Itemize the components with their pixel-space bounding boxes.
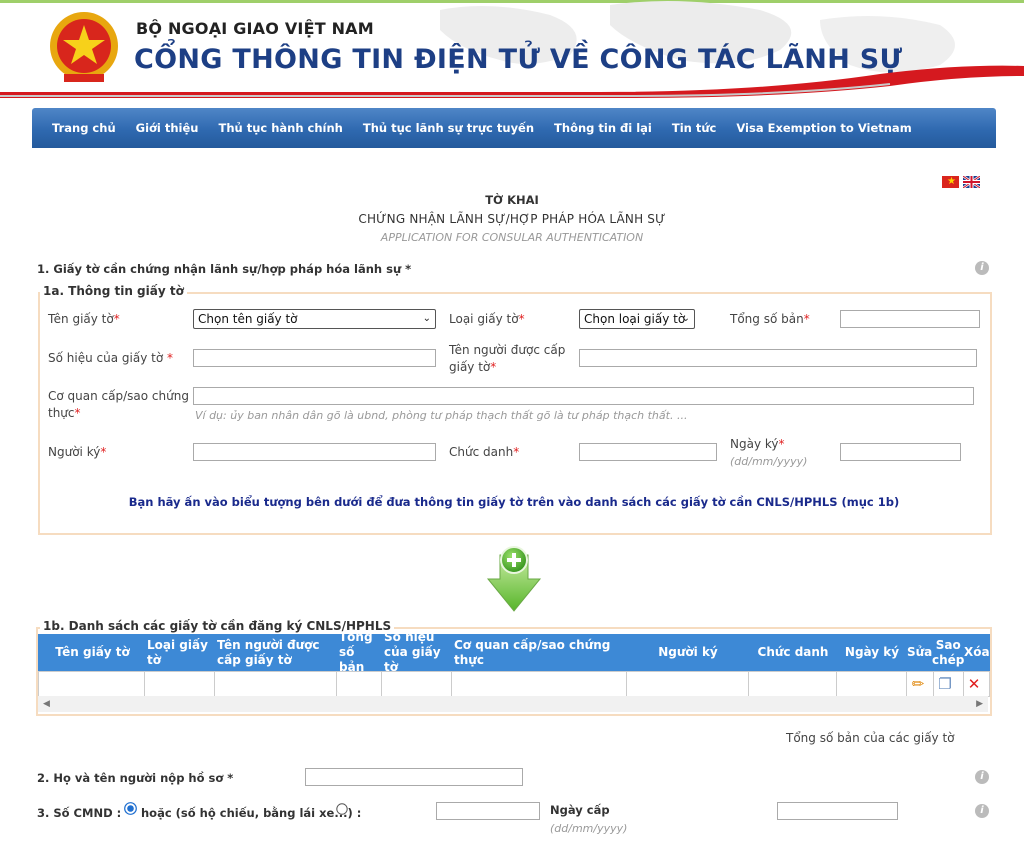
column-header: Sửa xyxy=(907,645,933,659)
nav-item-news[interactable]: Tin tức xyxy=(662,121,726,135)
legend-1a: 1a. Thông tin giấy tờ xyxy=(40,284,187,298)
id-card-radio[interactable] xyxy=(124,802,137,815)
nav-item-online-consular-procedures[interactable]: Thủ tục lãnh sự trực tuyến xyxy=(353,121,544,135)
site-header: BỘ NGOẠI GIAO VIỆT NAM CỔNG THÔNG TIN ĐI… xyxy=(0,0,1024,100)
column-header: Sao chép xyxy=(932,637,965,667)
label-title-position: Chức danh* xyxy=(449,445,520,459)
document-list-table: Tên giấy tờ Loại giấy tờ Tên người được cấ… xyxy=(38,630,990,716)
signer-input[interactable] xyxy=(193,443,436,461)
nav-item-administrative-procedures[interactable]: Thủ tục hành chính xyxy=(208,121,352,135)
table-cell xyxy=(381,672,451,696)
document-number-input[interactable] xyxy=(193,349,436,367)
chevron-down-icon: ⌄ xyxy=(681,313,690,324)
label-issued-to: Tên người được cấp giấy tờ* xyxy=(449,343,566,374)
title-position-input[interactable] xyxy=(579,443,717,461)
table-cell xyxy=(144,672,214,696)
column-header: Tổng số bản xyxy=(339,630,373,674)
table-header: Tên giấy tờ Loại giấy tờ Tên người được cấ… xyxy=(38,630,990,674)
column-header: Cơ quan cấp/sao chứng thực xyxy=(454,637,611,667)
issue-date-format-hint: (dd/mm/yyyy) xyxy=(550,822,628,835)
total-copies-label: Tổng số bản của các giấy tờ xyxy=(786,731,955,745)
applicant-name-input[interactable] xyxy=(305,768,523,786)
nav-item-visa-exemption[interactable]: Visa Exemption to Vietnam xyxy=(726,121,921,135)
column-header: Loại giấy tờ xyxy=(147,637,208,667)
column-header: Xóa xyxy=(964,645,990,659)
scroll-left-icon[interactable]: ◀ xyxy=(43,699,50,709)
column-header: Tên người được cấp giấy tờ xyxy=(217,637,320,667)
vietnamese-flag-icon[interactable]: ★ xyxy=(942,176,959,188)
label-document-type: Loại giấy tờ* xyxy=(449,312,525,326)
label-signer: Người ký* xyxy=(48,445,107,459)
copy-icon[interactable]: ❐ xyxy=(935,674,955,694)
add-document-arrow-icon[interactable] xyxy=(486,543,542,615)
form-subtitle: CHỨNG NHẬN LÃNH SỰ/HỢP PHÁP HÓA LÃNH SỰ xyxy=(358,212,666,226)
scroll-right-icon[interactable]: ▶ xyxy=(976,699,983,709)
edit-pencil-icon[interactable]: ✏ xyxy=(908,674,928,694)
nav-item-home[interactable]: Trang chủ xyxy=(42,121,126,135)
table-cell xyxy=(748,672,836,696)
section-1-label: 1. Giấy tờ cần chứng nhận lãnh sự/hợp ph… xyxy=(37,262,412,276)
ministry-name: BỘ NGOẠI GIAO VIỆT NAM xyxy=(136,19,374,38)
table-cell xyxy=(836,672,906,696)
table-cell xyxy=(626,672,748,696)
info-icon[interactable]: i xyxy=(975,261,989,275)
label-document-number: Số hiệu của giấy tờ * xyxy=(48,351,173,365)
column-header: Ngày ký xyxy=(844,645,900,659)
table-cell xyxy=(336,672,381,696)
main-navigation: Trang chủ Giới thiệu Thủ tục hành chính … xyxy=(32,108,996,148)
chevron-down-icon: ⌄ xyxy=(422,313,431,324)
issue-date-input[interactable] xyxy=(777,802,898,820)
english-flag-icon[interactable] xyxy=(963,176,980,188)
alternative-document-label: hoặc (số hộ chiếu, bằng lái xe...) : xyxy=(141,806,362,820)
label-sign-date: Ngày ký* xyxy=(730,437,785,451)
form-subtitle-english: APPLICATION FOR CONSULAR AUTHENTICATION xyxy=(380,231,644,244)
table-row xyxy=(38,671,990,697)
add-to-list-instruction: Bạn hãy ấn vào biểu tượng bên dưới để đư… xyxy=(128,495,900,509)
issue-date-label: Ngày cấp xyxy=(550,803,610,817)
column-header: Số hiệu của giấy tờ xyxy=(384,630,441,674)
issued-to-input[interactable] xyxy=(579,349,977,367)
delete-x-icon[interactable]: ✕ xyxy=(964,674,984,694)
sign-date-input[interactable] xyxy=(840,443,961,461)
form-title: TỜ KHAI xyxy=(485,193,539,207)
info-icon[interactable]: i xyxy=(975,770,989,784)
document-name-select[interactable]: Chọn tên giấy tờ ⌄ xyxy=(193,309,436,329)
column-header: Người ký xyxy=(658,645,718,659)
info-icon[interactable]: i xyxy=(975,804,989,818)
label-issuing-authority: Cơ quan cấp/sao chứng thực* xyxy=(48,389,189,420)
label-total-copies: Tổng số bản* xyxy=(730,312,810,326)
table-cell xyxy=(214,672,336,696)
table-cell xyxy=(451,672,626,696)
issuing-authority-input[interactable] xyxy=(193,387,974,405)
sign-date-format-hint: (dd/mm/yyyy) xyxy=(730,455,808,468)
other-document-radio[interactable] xyxy=(336,803,348,815)
section-2-label: 2. Họ và tên người nộp hồ sơ * xyxy=(37,771,234,785)
label-document-name: Tên giấy tờ* xyxy=(48,312,120,326)
column-header: Chức danh xyxy=(757,645,829,659)
id-number-input[interactable] xyxy=(436,802,540,820)
nav-item-travel-information[interactable]: Thông tin đi lại xyxy=(544,121,662,135)
column-header: Tên giấy tờ xyxy=(55,645,130,659)
total-copies-input[interactable] xyxy=(840,310,980,328)
nav-item-about[interactable]: Giới thiệu xyxy=(126,121,209,135)
issuing-authority-hint: Ví dụ: ủy ban nhân dân gõ là ubnd, phòng… xyxy=(195,409,688,422)
section-3-label: 3. Số CMND : * xyxy=(37,806,132,820)
header-swoosh xyxy=(0,65,1024,98)
document-type-select[interactable]: Chọn loại giấy tờ ⌄ xyxy=(579,309,695,329)
horizontal-scrollbar[interactable]: ◀ ▶ xyxy=(38,696,988,712)
